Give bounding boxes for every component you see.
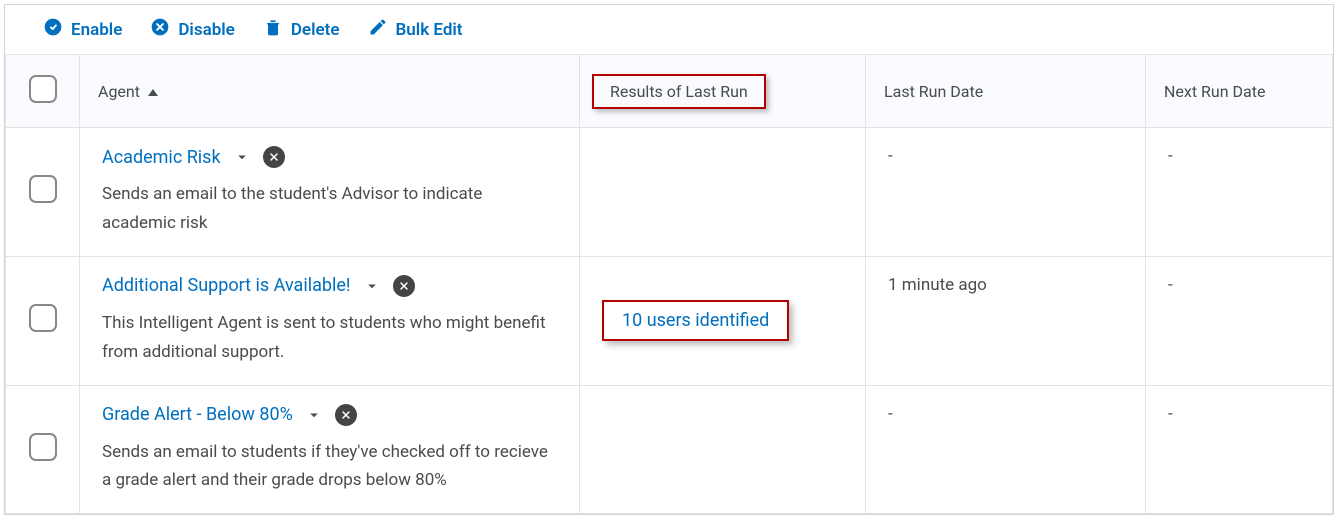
chevron-down-icon[interactable] [363,277,381,295]
sort-asc-icon [148,89,158,96]
results-link[interactable]: 10 users identified [622,310,769,331]
disabled-icon [335,404,357,426]
agents-table: Agent Results of Last Run Last Run Date … [5,54,1333,514]
header-checkbox-col [6,55,80,128]
enable-button[interactable]: Enable [43,17,122,42]
disabled-icon [263,146,285,168]
last-run-cell: - [866,385,1146,514]
check-circle-icon [43,17,63,42]
delete-button[interactable]: Delete [263,17,340,42]
results-cell [580,385,866,514]
next-run-cell: - [1146,385,1333,514]
disable-button[interactable]: Disable [150,17,235,42]
results-cell [580,128,866,257]
trash-icon [263,17,283,42]
agent-description: This Intelligent Agent is sent to studen… [102,309,557,367]
next-run-cell: - [1146,256,1333,385]
bulk-edit-button[interactable]: Bulk Edit [368,17,463,42]
agent-link[interactable]: Grade Alert - Below 80% [102,404,293,425]
agent-description: Sends an email to the student's Advisor … [102,180,557,238]
header-next-run: Next Run Date [1146,55,1333,128]
agent-link[interactable]: Academic Risk [102,147,221,168]
select-all-checkbox[interactable] [29,75,57,103]
header-results-label: Results of Last Run [610,82,748,101]
pencil-icon [368,17,388,42]
bulk-edit-label: Bulk Edit [396,20,463,40]
header-results-highlight: Results of Last Run [592,74,766,109]
header-agent[interactable]: Agent [80,55,580,128]
header-last-run: Last Run Date [866,55,1146,128]
table-row: Additional Support is Available! This In… [6,256,1333,385]
header-results: Results of Last Run [580,55,866,128]
chevron-down-icon[interactable] [305,406,323,424]
results-highlight: 10 users identified [602,300,789,341]
last-run-cell: - [866,128,1146,257]
chevron-down-icon[interactable] [233,148,251,166]
enable-label: Enable [71,20,122,40]
delete-label: Delete [291,20,340,40]
header-next-run-label: Next Run Date [1164,82,1265,101]
toolbar: Enable Disable Delete Bulk Edit [5,5,1333,54]
row-checkbox[interactable] [29,433,57,461]
x-circle-icon [150,17,170,42]
last-run-cell: 1 minute ago [866,256,1146,385]
header-agent-label: Agent [98,82,140,101]
row-checkbox[interactable] [29,175,57,203]
disabled-icon [393,275,415,297]
agent-link[interactable]: Additional Support is Available! [102,275,351,296]
table-row: Grade Alert - Below 80% Sends an email t… [6,385,1333,514]
row-checkbox[interactable] [29,304,57,332]
disable-label: Disable [178,20,235,40]
next-run-cell: - [1146,128,1333,257]
results-cell: 10 users identified [580,256,866,385]
table-row: Academic Risk Sends an email to the stud… [6,128,1333,257]
agent-description: Sends an email to students if they've ch… [102,438,557,496]
header-last-run-label: Last Run Date [884,82,983,101]
